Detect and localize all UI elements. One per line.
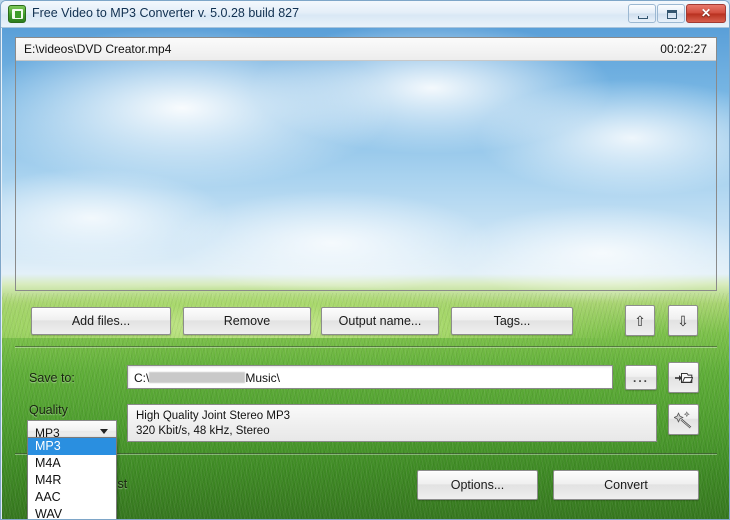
open-output-folder-button[interactable]	[668, 362, 699, 393]
save-to-label: Save to:	[29, 371, 75, 385]
file-name-label: E:\videos\DVD Creator.mp4	[24, 42, 172, 56]
options-button[interactable]: Options...	[417, 470, 538, 500]
quality-preset-title: High Quality Joint Stereo MP3	[136, 410, 291, 422]
app-window: Free Video to MP3 Converter v. 5.0.28 bu…	[0, 0, 730, 520]
quality-wizard-button[interactable]	[668, 404, 699, 435]
ellipsis-icon: ...	[632, 370, 649, 385]
convert-button[interactable]: Convert	[553, 470, 699, 500]
minimize-button[interactable]	[628, 4, 656, 23]
arrow-up-icon: ⇧	[634, 312, 646, 329]
format-option-aac[interactable]: AAC	[28, 489, 116, 506]
minimize-icon	[638, 16, 648, 19]
browse-folder-button[interactable]: ...	[625, 365, 657, 390]
remove-button[interactable]: Remove	[183, 307, 311, 335]
magic-wand-icon	[674, 411, 692, 429]
arrow-down-icon: ⇩	[677, 312, 689, 329]
quality-label: Quality	[29, 403, 68, 417]
format-option-wav[interactable]: WAV	[28, 506, 116, 519]
save-to-suffix: Music\	[245, 371, 281, 385]
format-option-m4a[interactable]: M4A	[28, 455, 116, 472]
window-title: Free Video to MP3 Converter v. 5.0.28 bu…	[32, 6, 300, 20]
close-icon: ✕	[700, 6, 712, 20]
chevron-down-icon	[100, 429, 108, 434]
title-bar: Free Video to MP3 Converter v. 5.0.28 bu…	[1, 1, 729, 28]
divider-bottom	[15, 453, 717, 454]
format-dropdown-list[interactable]: MP3M4AM4RAACWAVWMAOGG	[27, 437, 117, 519]
format-option-mp3[interactable]: MP3	[28, 438, 116, 455]
save-to-redacted-segment	[149, 372, 246, 383]
file-list-panel[interactable]: E:\videos\DVD Creator.mp4 00:02:27	[15, 37, 717, 291]
save-to-input[interactable]: C:\ Music\	[127, 365, 613, 389]
add-files-button[interactable]: Add files...	[31, 307, 171, 335]
file-list-empty-area[interactable]	[16, 61, 716, 290]
file-duration-label: 00:02:27	[660, 42, 707, 56]
app-logo-icon	[8, 5, 26, 23]
open-folder-icon	[675, 372, 693, 383]
window-controls: ✕	[628, 4, 726, 23]
move-up-button[interactable]: ⇧	[625, 305, 655, 336]
tags-button[interactable]: Tags...	[451, 307, 573, 335]
quality-preset-combo[interactable]: High Quality Joint Stereo MP3 320 Kbit/s…	[127, 404, 657, 442]
maximize-icon	[667, 10, 677, 19]
save-to-value: C:\ Music\	[134, 371, 280, 385]
divider-top	[15, 346, 717, 347]
save-to-prefix: C:\	[134, 371, 150, 385]
close-button[interactable]: ✕	[686, 4, 726, 23]
maximize-button[interactable]	[657, 4, 685, 23]
output-name-button[interactable]: Output name...	[321, 307, 439, 335]
file-list-row[interactable]: E:\videos\DVD Creator.mp4 00:02:27	[16, 38, 716, 61]
move-down-button[interactable]: ⇩	[668, 305, 698, 336]
format-option-m4r[interactable]: M4R	[28, 472, 116, 489]
quality-preset-detail: 320 Kbit/s, 48 kHz, Stereo	[136, 425, 270, 437]
